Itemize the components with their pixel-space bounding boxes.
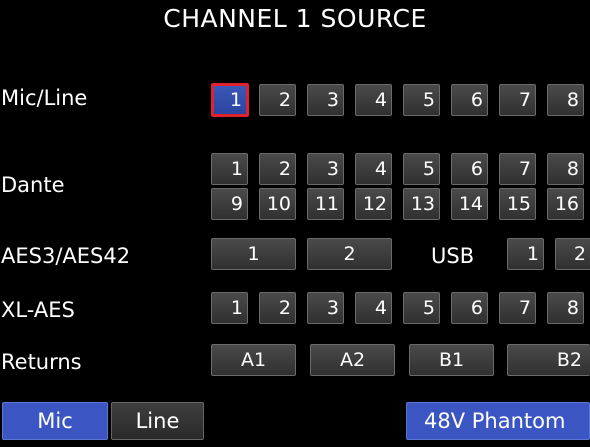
dante-button-5[interactable]: 5 — [403, 153, 440, 185]
mic-line-button-2[interactable]: 2 — [259, 84, 296, 116]
return-button-a1[interactable]: A1 — [211, 344, 296, 376]
xl-aes-button-2[interactable]: 2 — [259, 292, 296, 324]
dante-button-11[interactable]: 11 — [307, 188, 344, 220]
dante-button-2[interactable]: 2 — [259, 153, 296, 185]
xl-aes-button-8[interactable]: 8 — [547, 292, 584, 324]
dante-button-4[interactable]: 4 — [355, 153, 392, 185]
dante-button-8[interactable]: 8 — [547, 153, 584, 185]
xl-aes-button-3[interactable]: 3 — [307, 292, 344, 324]
dante-button-6[interactable]: 6 — [451, 153, 488, 185]
usb-button-1[interactable]: 1 — [507, 238, 544, 270]
mic-line-button-7[interactable]: 7 — [499, 84, 536, 116]
mic-mode-button[interactable]: Mic — [2, 402, 108, 440]
page-title: CHANNEL 1 SOURCE — [163, 4, 427, 33]
xl-aes-button-4[interactable]: 4 — [355, 292, 392, 324]
dante-label: Dante — [1, 173, 65, 197]
aes-label: AES3/AES42 — [1, 244, 131, 268]
dante-button-13[interactable]: 13 — [403, 188, 440, 220]
return-button-b1[interactable]: B1 — [409, 344, 494, 376]
mic-line-button-5[interactable]: 5 — [403, 84, 440, 116]
dante-button-14[interactable]: 14 — [451, 188, 488, 220]
mic-line-button-6[interactable]: 6 — [451, 84, 488, 116]
dante-button-12[interactable]: 12 — [355, 188, 392, 220]
usb-label: USB — [431, 244, 475, 268]
dante-button-16[interactable]: 16 — [547, 188, 584, 220]
dante-button-9[interactable]: 9 — [211, 188, 248, 220]
mic-line-button-4[interactable]: 4 — [355, 84, 392, 116]
return-button-a2[interactable]: A2 — [310, 344, 395, 376]
mic-line-button-1[interactable]: 1 — [211, 83, 249, 117]
phantom-power-button[interactable]: 48V Phantom — [406, 402, 590, 440]
aes-button-1[interactable]: 1 — [211, 238, 296, 270]
return-button-b2[interactable]: B2 — [507, 344, 590, 376]
xl-aes-button-6[interactable]: 6 — [451, 292, 488, 324]
xl-aes-button-5[interactable]: 5 — [403, 292, 440, 324]
mic-line-button-3[interactable]: 3 — [307, 84, 344, 116]
usb-button-2[interactable]: 2 — [555, 238, 590, 270]
dante-button-3[interactable]: 3 — [307, 153, 344, 185]
line-mode-button[interactable]: Line — [111, 402, 204, 440]
dante-button-7[interactable]: 7 — [499, 153, 536, 185]
mic-line-label: Mic/Line — [1, 86, 88, 110]
aes-button-2[interactable]: 2 — [307, 238, 392, 270]
xl-aes-label: XL-AES — [1, 298, 75, 322]
dante-button-15[interactable]: 15 — [499, 188, 536, 220]
xl-aes-button-1[interactable]: 1 — [211, 292, 248, 324]
mic-line-button-8[interactable]: 8 — [547, 84, 584, 116]
dante-button-10[interactable]: 10 — [259, 188, 296, 220]
dante-button-1[interactable]: 1 — [211, 153, 248, 185]
returns-label: Returns — [1, 350, 82, 374]
xl-aes-button-7[interactable]: 7 — [499, 292, 536, 324]
